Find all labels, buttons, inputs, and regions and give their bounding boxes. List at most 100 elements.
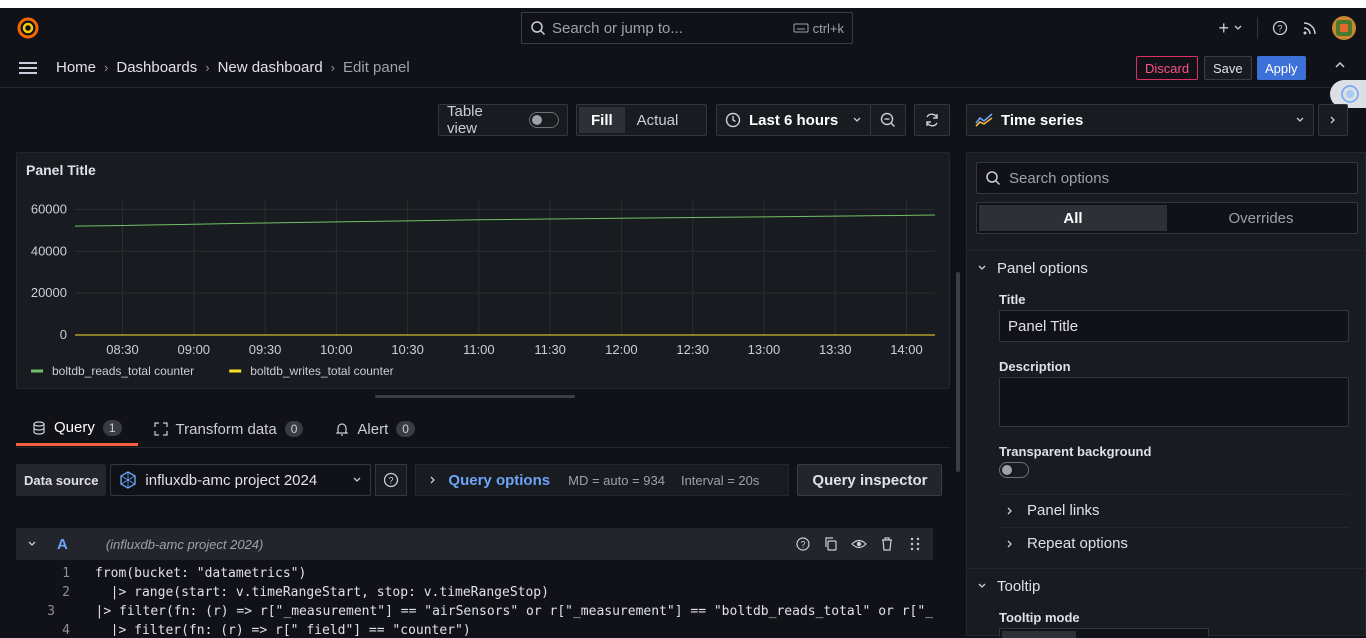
series-line-0 <box>74 214 936 227</box>
table-view-switch[interactable] <box>529 112 559 128</box>
datasource-value: influxdb-amc project 2024 <box>145 471 318 489</box>
search-options-placeholder: Search options <box>1009 169 1110 187</box>
search-placeholder: Search or jump to... <box>552 19 683 37</box>
resize-handle[interactable] <box>375 395 575 398</box>
chevron-down-icon <box>978 583 986 588</box>
x-tick-label: 12:30 <box>676 342 709 357</box>
repeat-options-section[interactable]: Repeat options <box>999 527 1349 559</box>
segment-overrides[interactable]: Overrides <box>1167 205 1355 231</box>
search-shortcut: ctrl+k <box>793 21 844 36</box>
fill-option[interactable]: Fill <box>579 107 625 133</box>
section-divider <box>967 250 1366 251</box>
chevron-right-icon <box>1330 116 1335 124</box>
keyboard-icon <box>793 23 809 33</box>
x-tick-label: 11:30 <box>534 342 566 357</box>
code-text: |> filter(fn: (r) => r["_field"] == "cou… <box>95 623 471 636</box>
chevron-up-icon[interactable] <box>1333 58 1347 72</box>
breadcrumb-home[interactable]: Home <box>56 59 96 76</box>
zoom-out-button[interactable] <box>870 104 906 136</box>
tab-alert-count: 0 <box>396 421 415 437</box>
trash-icon[interactable] <box>879 536 895 552</box>
legend-label-1: boltdb_writes_total counter <box>250 364 393 378</box>
query-editor[interactable]: 1 from(bucket: "datametrics") 2 |> range… <box>40 564 933 636</box>
line-number: 1 <box>62 566 70 581</box>
plus-icon: + <box>1218 17 1229 38</box>
datasource-picker[interactable]: influxdb-amc project 2024 <box>110 464 372 496</box>
section-divider <box>967 568 1366 569</box>
clock-icon <box>725 112 741 128</box>
breadcrumb-dashboards[interactable]: Dashboards <box>116 59 197 76</box>
discard-button[interactable]: Discard <box>1136 56 1199 80</box>
code-text: |> filter(fn: (r) => r["_measurement"] =… <box>79 604 933 619</box>
y-tick-label: 40000 <box>31 243 67 258</box>
table-view-toggle[interactable]: Table view <box>438 103 568 137</box>
tab-transform[interactable]: Transform data 0 <box>138 412 320 446</box>
add-new-button[interactable]: + <box>1218 18 1243 39</box>
save-button[interactable]: Save <box>1204 56 1252 80</box>
tab-query[interactable]: Query 1 <box>16 412 138 446</box>
copy-icon[interactable] <box>823 536 839 552</box>
eye-icon[interactable] <box>851 536 867 552</box>
x-tick-label: 10:00 <box>320 342 353 357</box>
top-right-icons: + ? <box>1218 12 1356 44</box>
time-range-picker[interactable]: Last 6 hours <box>716 104 871 136</box>
query-options-toggle[interactable]: Query options MD = auto = 934 Interval =… <box>415 464 790 496</box>
search-input[interactable]: Search or jump to... ctrl+k <box>521 12 853 44</box>
table-view-label: Table view <box>447 103 483 137</box>
query-inspector-button[interactable]: Query inspector <box>797 464 943 496</box>
y-tick-label: 60000 <box>31 201 67 216</box>
apply-button[interactable]: Apply <box>1257 56 1306 80</box>
tooltip-section[interactable]: Tooltip <box>967 570 1366 602</box>
drag-handle-icon[interactable] <box>907 536 923 552</box>
tooltip-mode-selected[interactable] <box>1002 631 1076 638</box>
help-icon: ? <box>384 472 399 488</box>
panel-preview: Panel Title 0 20000 40000 60000 08:30 09:00 09… <box>16 152 950 389</box>
tab-alert-label: Alert <box>357 420 389 438</box>
help-icon[interactable]: ? <box>1272 20 1288 36</box>
time-range-label: Last 6 hours <box>749 111 839 129</box>
help-icon[interactable]: ? <box>795 536 811 552</box>
panel-links-section[interactable]: Panel links <box>999 494 1349 526</box>
tooltip-mode-label: Tooltip mode <box>999 610 1080 625</box>
search-icon <box>531 21 546 36</box>
tab-alert[interactable]: Alert 0 <box>319 412 431 446</box>
code-line: 4 |> filter(fn: (r) => r["_field"] == "c… <box>40 621 933 636</box>
line-number: 4 <box>62 623 70 636</box>
menu-icon[interactable] <box>18 60 38 76</box>
chevron-down-icon <box>1234 25 1242 30</box>
grafana-logo-icon[interactable] <box>16 16 40 40</box>
search-options-input[interactable]: Search options <box>976 162 1358 194</box>
datasource-help-button[interactable]: ? <box>375 464 408 496</box>
panel-options-label: Panel options <box>997 259 1088 277</box>
description-textarea[interactable] <box>999 377 1349 427</box>
x-tick-label: 08:30 <box>106 342 139 357</box>
chevron-right-icon <box>1007 507 1012 514</box>
segment-all[interactable]: All <box>979 205 1167 231</box>
actual-option[interactable]: Actual <box>625 107 691 133</box>
transparent-background-label: Transparent background <box>999 444 1152 459</box>
x-tick-label: 13:00 <box>748 342 781 357</box>
title-input[interactable]: Panel Title <box>999 310 1349 342</box>
refresh-button[interactable] <box>914 104 950 136</box>
bell-icon <box>335 423 349 436</box>
visualization-picker[interactable]: Time series <box>966 104 1314 136</box>
code-line: 2 |> range(start: v.timeRangeStart, stop… <box>40 583 933 602</box>
chevron-down-icon[interactable] <box>27 539 37 549</box>
news-feed-icon[interactable] <box>1302 20 1318 36</box>
query-options-label: Query options <box>448 471 551 489</box>
query-row-header: A (influxdb-amc project 2024) ? <box>16 528 933 560</box>
code-text: |> range(start: v.timeRangeStart, stop: … <box>95 585 549 600</box>
time-series-chart: 0 20000 40000 60000 08:30 09:00 09:30 10:00 10:3… <box>31 201 936 378</box>
panel-options-section[interactable]: Panel options <box>967 252 1366 284</box>
search-shortcut-text: ctrl+k <box>812 20 844 36</box>
x-tick-label: 14:00 <box>890 342 923 357</box>
code-line: 1 from(bucket: "datametrics") <box>40 564 933 583</box>
user-avatar[interactable] <box>1332 16 1356 40</box>
breadcrumb-new-dashboard[interactable]: New dashboard <box>218 59 323 76</box>
top-bar: Search or jump to... ctrl+k + ? <box>0 8 1366 48</box>
query-ref-id[interactable]: A <box>57 536 68 553</box>
breadcrumb-separator: › <box>104 60 109 75</box>
toggle-options-pane-button[interactable] <box>1318 104 1348 136</box>
editor-scrollbar[interactable] <box>956 272 960 472</box>
transparent-background-switch[interactable] <box>999 462 1029 478</box>
